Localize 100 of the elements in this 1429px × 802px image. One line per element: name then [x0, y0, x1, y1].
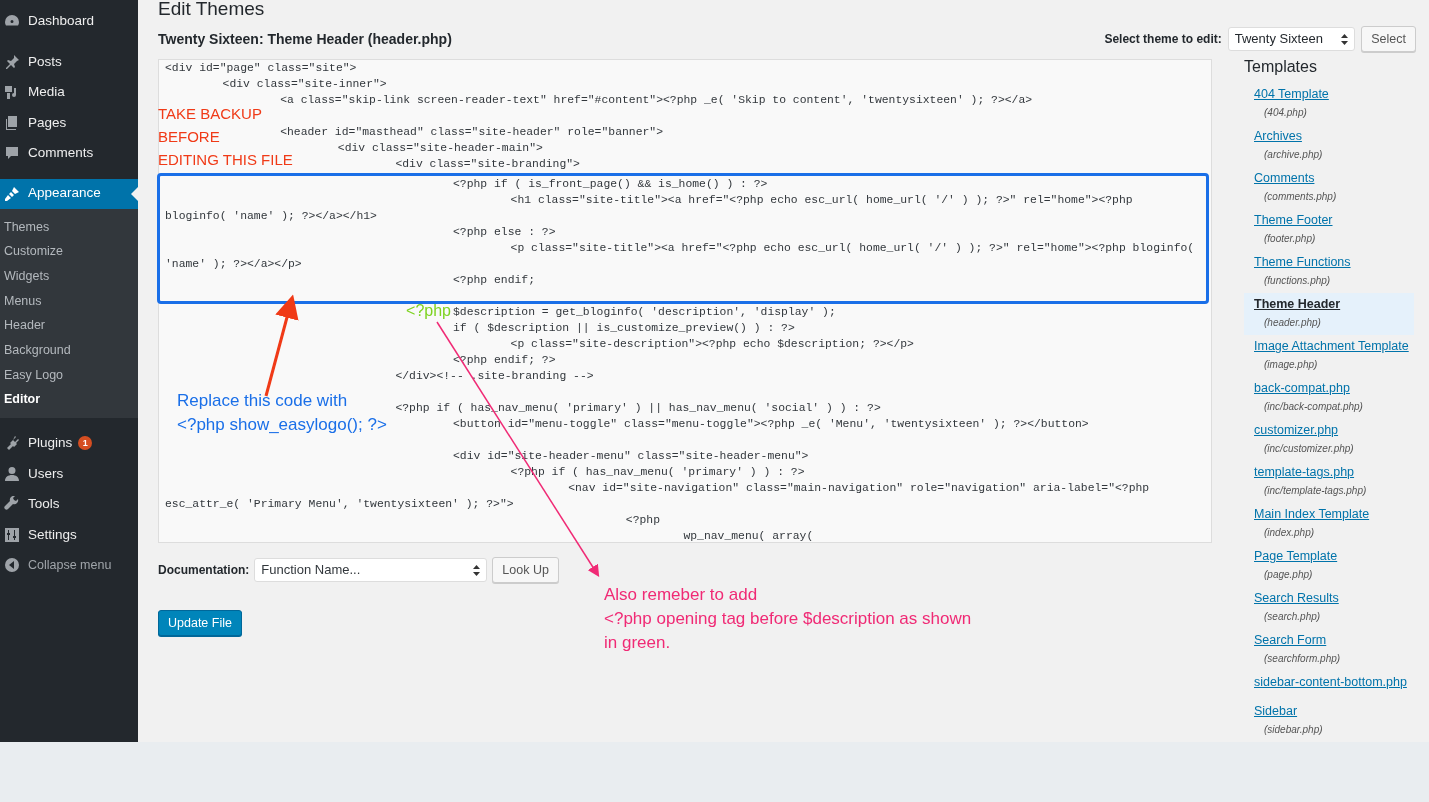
code-line: $description = get_bloginfo( 'description', 'display' ); — [453, 306, 836, 318]
sidebar-item[interactable]: Users — [0, 458, 138, 489]
submenu-item[interactable]: Menus — [0, 288, 138, 314]
submenu-item[interactable]: Header — [0, 313, 138, 338]
code-line: <div class="site-branding"> — [395, 158, 580, 170]
template-filename: (searchform.php) — [1264, 651, 1341, 666]
pin-icon — [4, 53, 20, 70]
template-filename: (inc/customizer.php) — [1264, 441, 1354, 456]
template-link[interactable]: Search Results — [1254, 590, 1339, 607]
pages-icon — [4, 114, 20, 131]
code-line: <button id="menu-toggle" class="menu-toggle"><?php _e( 'Menu', 'twentysixteen' ); ?></button> — [453, 418, 1089, 430]
template-link[interactable]: Theme Header — [1254, 296, 1341, 313]
template-filename: (sidebar.php) — [1264, 722, 1323, 737]
code-line: if ( $description || is_customize_preview() ) : ?> — [453, 322, 795, 334]
brush-icon — [4, 185, 20, 202]
theme-select[interactable]: Twenty Sixteen — [1227, 27, 1355, 51]
annotation-text: Replace this code with — [177, 390, 348, 412]
template-link[interactable]: Search Form — [1254, 632, 1327, 649]
code-line: <p class="site-title"><a href="<?php echo esc_url( home_url( '/' ) ); ?>" rel="home"><?php bloginfo( — [510, 242, 1195, 254]
submenu-item[interactable]: Editor — [0, 387, 138, 412]
select-button[interactable]: Select — [1361, 26, 1416, 52]
code-line: <div class="site-header-main"> — [337, 142, 543, 154]
wrench-icon — [4, 496, 20, 513]
update-file-button[interactable]: Update File — [158, 610, 242, 636]
annotation-text: TAKE BACKUP — [158, 104, 262, 124]
template-filename: (archive.php) — [1264, 147, 1323, 162]
code-line: <?php else : ?> — [453, 226, 556, 238]
template-link[interactable]: Theme Functions — [1254, 254, 1351, 271]
template-link[interactable]: Image Attachment Template — [1254, 338, 1409, 355]
code-line: <p class="site-description"><?php echo $description; ?></p> — [510, 338, 914, 350]
sidebar-item[interactable]: Media — [0, 77, 138, 108]
collapse-icon — [4, 557, 20, 574]
template-link[interactable]: Sidebar — [1254, 703, 1298, 720]
submenu-item[interactable]: Customize — [0, 239, 138, 264]
annotation-text: EDITING THIS FILE — [158, 150, 293, 170]
code-line: wp_nav_menu( array( — [683, 530, 814, 542]
template-filename: (functions.php) — [1264, 273, 1331, 288]
look-up-button[interactable]: Look Up — [492, 557, 559, 583]
template-link[interactable]: 404 Template — [1254, 86, 1329, 103]
code-line: <div class="site-inner"> — [222, 78, 387, 90]
template-filename: (inc/back-compat.php) — [1264, 399, 1363, 414]
updown-icon — [473, 564, 481, 576]
template-link[interactable]: Archives — [1254, 128, 1302, 145]
submenu-item[interactable]: Easy Logo — [0, 362, 138, 388]
template-link[interactable]: customizer.php — [1254, 422, 1339, 439]
code-line: <?php endif; — [453, 274, 536, 286]
template-filename: (footer.php) — [1264, 231, 1316, 246]
code-line: <?php — [625, 514, 660, 526]
template-filename: (header.php) — [1264, 315, 1321, 330]
code-line: <a class="skip-link screen-reader-text" href="#content"><?php _e( 'Skip to content', 'twentysixteen' ); ?></a> — [280, 94, 1033, 106]
template-filename: (search.php) — [1264, 609, 1321, 624]
user-icon — [4, 465, 20, 482]
submenu-item[interactable]: Background — [0, 337, 138, 363]
code-line: <div id="page" class="site"> — [165, 62, 357, 74]
sidebar-item[interactable]: Dashboard — [0, 6, 138, 37]
sidebar-item[interactable]: Comments — [0, 138, 138, 169]
inserted-code: <?php — [406, 301, 451, 321]
sidebar-item[interactable]: Settings — [0, 519, 138, 550]
template-link[interactable]: Theme Footer — [1254, 212, 1333, 229]
documentation-label: Documentation: — [158, 562, 250, 579]
template-filename: (inc/template-tags.php) — [1264, 483, 1367, 498]
template-filename: (image.php) — [1264, 357, 1318, 372]
comment-icon — [4, 145, 20, 162]
code-line: <?php if ( is_front_page() && is_home() ) : ?> — [453, 178, 768, 190]
template-link[interactable]: back-compat.php — [1254, 380, 1350, 397]
code-line: <nav id="site-navigation" class="main-navigation" role="navigation" aria-label="<?php — [568, 482, 1150, 494]
template-filename: (index.php) — [1264, 525, 1315, 540]
page-title: Edit Themes — [158, 0, 266, 21]
template-filename: (page.php) — [1264, 567, 1313, 582]
templates-heading: Templates — [1244, 57, 1318, 77]
sidebar-item[interactable]: Appearance — [0, 178, 138, 209]
sidebar-item[interactable]: Pages — [0, 107, 138, 138]
sidebar-item[interactable]: Plugins 1 — [0, 428, 138, 459]
sidebar-item[interactable]: Tools — [0, 489, 138, 520]
template-link[interactable]: template-tags.php — [1254, 464, 1355, 481]
template-link[interactable]: Main Index Template — [1254, 506, 1370, 523]
code-line: </div><!-- .site-branding --> — [395, 370, 594, 382]
sidebar-item[interactable]: Collapse menu — [0, 550, 138, 581]
file-title: Twenty Sixteen: Theme Header (header.php) — [158, 30, 452, 48]
template-link[interactable]: Comments — [1254, 170, 1315, 187]
select-label: Select theme to edit: — [1104, 31, 1222, 48]
annotation-text: BEFORE — [158, 127, 220, 147]
annotation-text: <?php opening tag before $description as shown — [604, 608, 972, 630]
settings-icon — [4, 526, 20, 543]
code-line: <header id="masthead" class="site-header" role="banner"> — [280, 126, 663, 138]
code-line: esc_attr_e( 'Primary Menu', 'twentysixteen' ); ?>"> — [165, 498, 514, 510]
updown-icon — [1340, 33, 1348, 45]
function-select[interactable]: Function Name... — [254, 558, 488, 582]
code-line: bloginfo( 'name' ); ?></a></h1> — [165, 210, 377, 222]
submenu-item[interactable]: Themes — [0, 214, 138, 240]
template-link[interactable]: Page Template — [1254, 548, 1338, 565]
annotation-text: Also remeber to add — [604, 584, 758, 606]
annotation-text: <?php show_easylogo(); ?> — [177, 414, 387, 436]
code-line: <h1 class="site-title"><a href="<?php echo esc_url( home_url( '/' ) ); ?>" rel="home"><?php — [510, 194, 1133, 206]
code-line: 'name' ); ?></a></p> — [165, 258, 302, 270]
code-editor[interactable] — [158, 59, 1212, 543]
submenu-item[interactable]: Widgets — [0, 263, 138, 289]
sidebar-item[interactable]: Posts — [0, 46, 138, 77]
template-link[interactable]: sidebar-content-bottom.php — [1254, 674, 1407, 691]
count-badge: 1 — [78, 436, 93, 451]
